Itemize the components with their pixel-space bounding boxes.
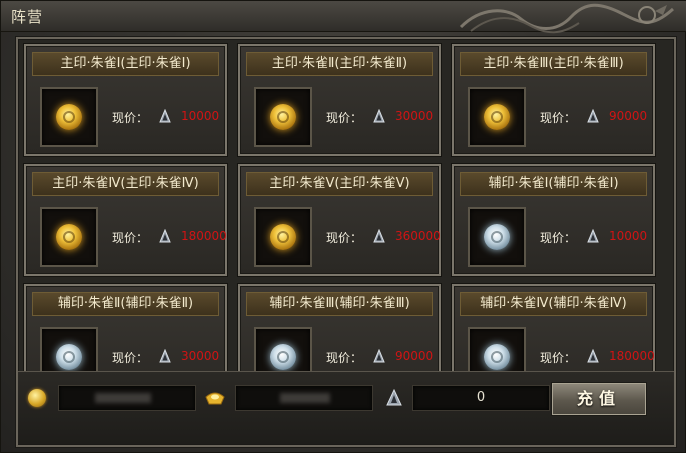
item-title: 辅印·朱雀Ⅳ(辅印·朱雀Ⅳ)	[460, 292, 647, 316]
item-price: 10000	[609, 229, 648, 243]
gold-balance-field	[58, 385, 196, 411]
item-price: 10000	[181, 109, 220, 123]
item-price: 90000	[395, 349, 434, 363]
item-title: 主印·朱雀Ⅳ(主印·朱雀Ⅳ)	[32, 172, 219, 196]
item-slot[interactable]	[468, 207, 526, 267]
currency-crystal-icon	[159, 229, 171, 243]
item-price: 180000	[181, 229, 227, 243]
currency-bar: 0 充值	[18, 371, 674, 444]
item-slot[interactable]	[468, 87, 526, 147]
item-title: 辅印·朱雀Ⅰ(辅印·朱雀Ⅰ)	[460, 172, 647, 196]
currency-crystal-icon	[587, 229, 599, 243]
item-price: 30000	[395, 109, 434, 123]
gold-seal-icon	[56, 224, 82, 250]
currency-crystal-icon	[373, 349, 385, 363]
price-label: 现价：	[326, 231, 363, 245]
gold-seal-icon	[270, 224, 296, 250]
title-bar[interactable]: 阵营	[1, 1, 686, 34]
shop-item-card-1[interactable]: 主印·朱雀Ⅰ(主印·朱雀Ⅰ) 现价： 10000	[24, 44, 227, 156]
silver-seal-icon	[484, 224, 510, 250]
item-title: 主印·朱雀Ⅴ(主印·朱雀Ⅴ)	[246, 172, 433, 196]
currency-crystal-icon	[373, 229, 385, 243]
item-price: 360000	[395, 229, 441, 243]
price-label: 现价：	[112, 111, 149, 125]
price-label: 现价：	[326, 111, 363, 125]
gold-seal-icon	[484, 104, 510, 130]
price-label: 现价：	[540, 351, 577, 365]
item-slot[interactable]	[254, 87, 312, 147]
gold-ingot-icon	[205, 392, 225, 405]
shop-item-card-6[interactable]: 辅印·朱雀Ⅰ(辅印·朱雀Ⅰ) 现价： 10000	[452, 164, 655, 276]
ingot-balance-field	[235, 385, 373, 411]
shop-item-card-3[interactable]: 主印·朱雀Ⅲ(主印·朱雀Ⅲ) 现价： 90000	[452, 44, 655, 156]
item-price: 90000	[609, 109, 648, 123]
price-label: 现价：	[540, 111, 577, 125]
shop-item-card-5[interactable]: 主印·朱雀Ⅴ(主印·朱雀Ⅴ) 现价： 360000	[238, 164, 441, 276]
currency-crystal-icon	[386, 389, 402, 406]
item-title: 辅印·朱雀Ⅱ(辅印·朱雀Ⅱ)	[32, 292, 219, 316]
item-slot[interactable]	[40, 87, 98, 147]
silver-seal-icon	[270, 344, 296, 370]
item-slot[interactable]	[254, 207, 312, 267]
silver-seal-icon	[484, 344, 510, 370]
shop-item-card-2[interactable]: 主印·朱雀Ⅱ(主印·朱雀Ⅱ) 现价： 30000	[238, 44, 441, 156]
gold-coin-icon	[28, 389, 46, 407]
currency-crystal-icon	[159, 349, 171, 363]
currency-crystal-icon	[587, 349, 599, 363]
redacted-value	[95, 393, 151, 403]
item-price: 180000	[609, 349, 655, 363]
currency-crystal-icon	[587, 109, 599, 123]
price-label: 现价：	[112, 231, 149, 245]
gold-seal-icon	[270, 104, 296, 130]
dragon-ornament-icon	[459, 3, 675, 34]
faction-shop-window: 阵营 主印·朱雀Ⅰ(主印·朱雀Ⅰ) 现价： 10000 主印·朱雀Ⅱ(主印·朱雀…	[0, 0, 686, 453]
shop-item-card-4[interactable]: 主印·朱雀Ⅳ(主印·朱雀Ⅳ) 现价： 180000	[24, 164, 227, 276]
price-label: 现价：	[540, 231, 577, 245]
item-price: 30000	[181, 349, 220, 363]
gold-seal-icon	[56, 104, 82, 130]
item-title: 辅印·朱雀Ⅲ(辅印·朱雀Ⅲ)	[246, 292, 433, 316]
redacted-value	[280, 393, 330, 403]
recharge-amount-input[interactable]: 0	[412, 385, 550, 411]
item-slot[interactable]	[40, 207, 98, 267]
silver-seal-icon	[56, 344, 82, 370]
recharge-button[interactable]: 充值	[552, 383, 646, 415]
item-title: 主印·朱雀Ⅲ(主印·朱雀Ⅲ)	[460, 52, 647, 76]
price-label: 现价：	[326, 351, 363, 365]
window-title: 阵营	[11, 8, 44, 26]
item-title: 主印·朱雀Ⅰ(主印·朱雀Ⅰ)	[32, 52, 219, 76]
currency-crystal-icon	[159, 109, 171, 123]
item-title: 主印·朱雀Ⅱ(主印·朱雀Ⅱ)	[246, 52, 433, 76]
price-label: 现价：	[112, 351, 149, 365]
shop-panel: 主印·朱雀Ⅰ(主印·朱雀Ⅰ) 现价： 10000 主印·朱雀Ⅱ(主印·朱雀Ⅱ) …	[16, 37, 676, 447]
currency-crystal-icon	[373, 109, 385, 123]
